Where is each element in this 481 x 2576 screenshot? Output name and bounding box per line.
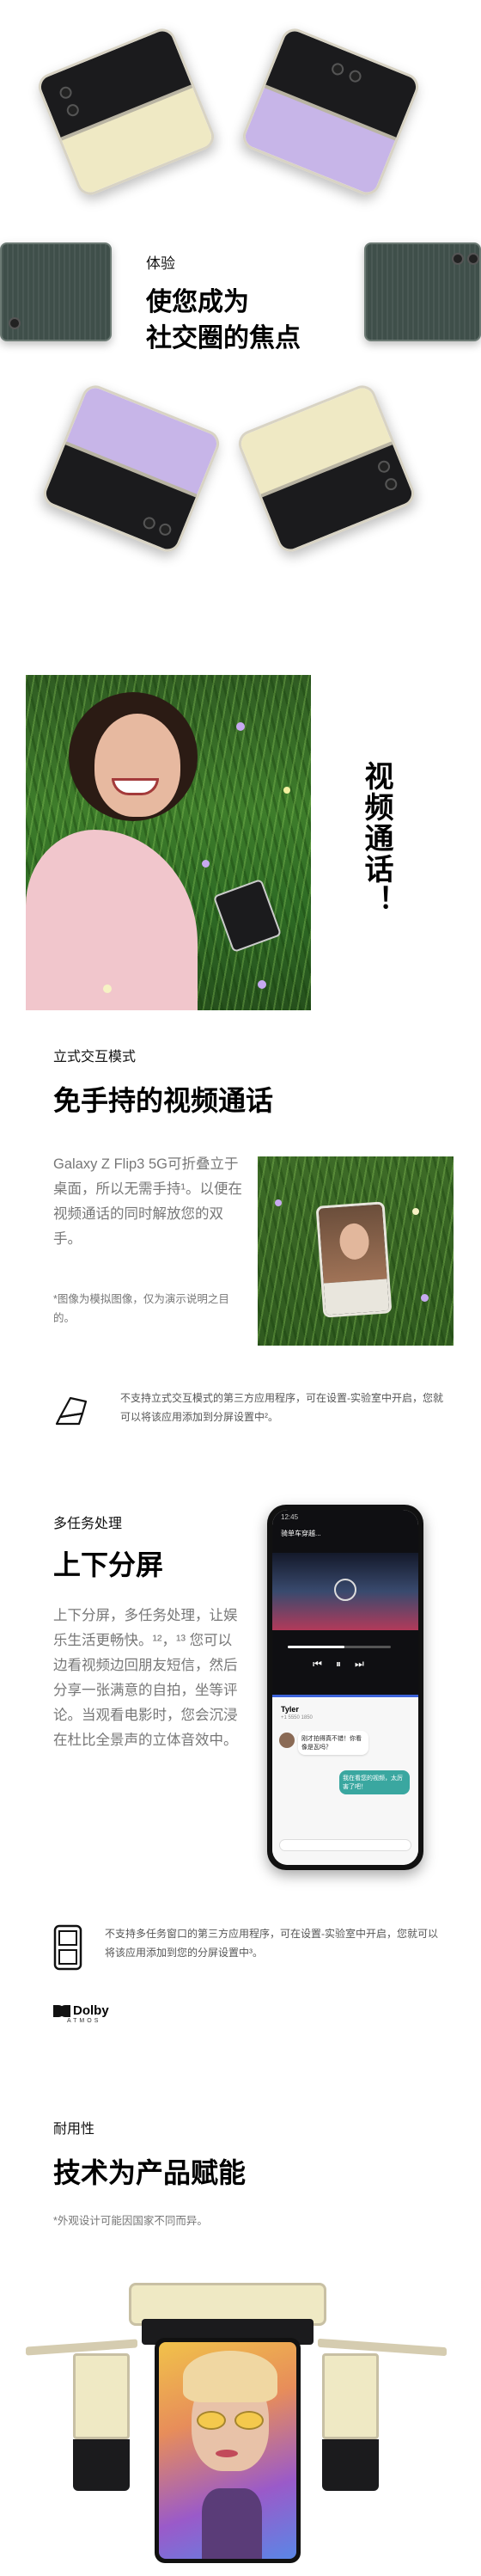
rewind-icon[interactable]: ⏮ xyxy=(313,1658,336,1670)
durability-note: *外观设计可能因国家不同而异。 xyxy=(53,2215,208,2227)
dolby-icon xyxy=(53,2004,70,2017)
video-call-body: Galaxy Z Flip3 5G可折叠立于桌面，所以无需手持¹。以便在视频通话… xyxy=(53,1156,242,1247)
durability-label: 耐用性 xyxy=(53,2122,95,2137)
camera-icon xyxy=(9,317,21,329)
woman-lying-on-grass-photo xyxy=(26,675,311,1010)
chat-contact-sub: +1 5550 1850 xyxy=(281,1714,313,1720)
phone-green-left xyxy=(0,242,112,341)
chat-input[interactable] xyxy=(279,1838,411,1851)
durability-title: 技术为产品赋能 xyxy=(53,2157,247,2188)
experience-label: 体验 xyxy=(146,255,175,272)
status-time: 12:45 xyxy=(281,1513,299,1521)
phone-lavender-bottom-left xyxy=(40,381,223,556)
experience-section: 体验 使您成为 社交圈的焦点 xyxy=(0,0,481,593)
chat-message-in: 刚才拍得真不错！你看像是瓦吗？ xyxy=(298,1730,368,1755)
video-call-support-note: 不支持立式交互模式的第三方应用程序，可在设置-实验室中开启，您就可以将该应用添加… xyxy=(120,1392,443,1423)
multitask-title: 上下分屏 xyxy=(53,1549,164,1580)
dolby-text: Dolby xyxy=(73,2003,109,2018)
camera-icon xyxy=(467,253,479,265)
multitask-label: 多任务处理 xyxy=(53,1517,123,1531)
chat-contact-name: Tyler xyxy=(281,1704,299,1714)
video-call-vertical-title: 视频通话！ xyxy=(360,761,393,916)
avatar xyxy=(279,1732,295,1748)
flex-mode-icon xyxy=(53,1391,91,1429)
atmos-text: ATMOS xyxy=(67,2018,101,2024)
video-call-label: 立式交互模式 xyxy=(53,1050,137,1064)
video-call-title: 免手持的视频通话 xyxy=(53,1085,274,1116)
phone-video-call-on-grass-photo xyxy=(258,1156,454,1346)
dolby-atmos-logo: Dolby ATMOS xyxy=(53,2003,109,2024)
video-title: 骑单车穿越... xyxy=(281,1530,321,1537)
phone-cream-bottom-right xyxy=(234,381,418,556)
sunglasses xyxy=(197,2411,265,2430)
phone-cream-top-left xyxy=(34,24,218,199)
multitask-support-note: 不支持多任务窗口的第三方应用程序，可在设置-实验室中开启，您就可以将该应用添加到… xyxy=(105,1928,438,1959)
split-screen-phone: 12:45 骑单车穿越... ⏮⏸⏭ Tyler +1 5550 1850 刚才… xyxy=(267,1505,423,1870)
phone-lavender-top-right xyxy=(239,24,423,199)
multitask-body: 上下分屏，多任务处理，让娱乐生活更畅快。¹²，¹³ 您可以边看视频边回朋友短信，… xyxy=(53,1608,238,1748)
pause-icon[interactable]: ⏸ xyxy=(336,1658,355,1670)
chat-message-out: 我在看您的视频，太厉害了吧！ xyxy=(339,1769,410,1794)
split-screen-icon xyxy=(53,1924,82,1971)
experience-title-line1: 使您成为 xyxy=(146,288,249,316)
forward-icon[interactable]: ⏭ xyxy=(355,1658,378,1670)
cyclist-silhouette xyxy=(334,1579,356,1601)
folded-phones-scene xyxy=(26,2283,455,2567)
video-call-disclaimer: *图像为模拟图像，仅为演示说明之目的。 xyxy=(53,1293,229,1324)
experience-title-line2: 社交圈的焦点 xyxy=(146,324,301,353)
camera-icon xyxy=(452,253,464,265)
phone-green-right xyxy=(364,242,481,341)
